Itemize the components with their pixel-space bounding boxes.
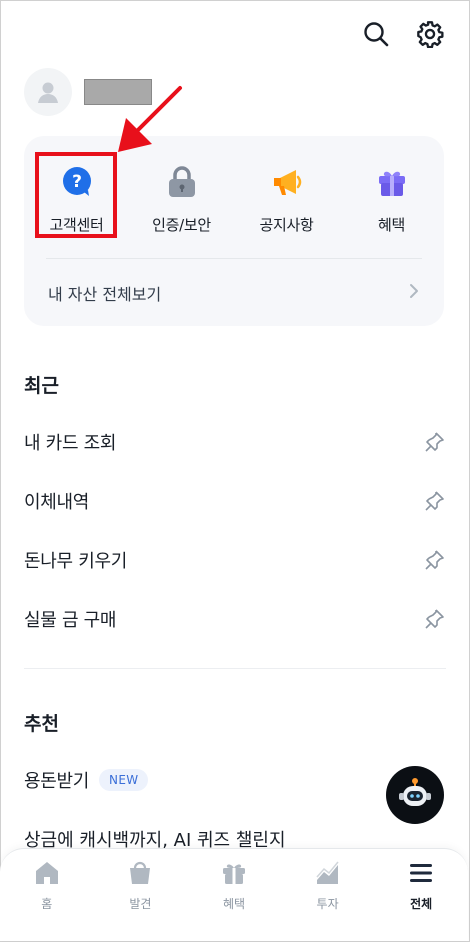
- recent-item-label: 이체내역: [24, 492, 90, 513]
- recent-item-label: 내 카드 조회: [24, 433, 117, 454]
- recommend-item-label: 용돈받기: [24, 771, 90, 792]
- avatar[interactable]: [24, 68, 72, 116]
- bottom-tab-bar: 홈 발견 혜택 투자 전체: [0, 848, 468, 941]
- recent-item[interactable]: 내 카드 조회: [24, 422, 446, 462]
- view-all-assets-link[interactable]: 내 자산 전체보기: [48, 278, 420, 308]
- annotation-arrow-icon: [118, 86, 182, 152]
- recent-item[interactable]: 실물 금 구매: [24, 599, 446, 639]
- quick-label: 혜택: [377, 216, 405, 234]
- gift-icon: [374, 164, 410, 200]
- pin-icon[interactable]: [422, 489, 446, 513]
- lock-icon: [164, 164, 200, 200]
- tab-discover[interactable]: 발견: [94, 849, 188, 941]
- section-divider: [24, 668, 446, 669]
- quick-label: 인증/보안: [152, 216, 211, 234]
- pin-icon[interactable]: [422, 430, 446, 454]
- recent-section-title: 최근: [24, 375, 59, 397]
- chart-icon: [314, 859, 342, 887]
- search-icon[interactable]: [360, 18, 392, 50]
- recent-item-label: 실물 금 구매: [24, 610, 117, 631]
- pin-icon[interactable]: [422, 548, 446, 572]
- quick-notice[interactable]: 공지사항: [234, 164, 339, 235]
- asset-link-label: 내 자산 전체보기: [48, 285, 162, 304]
- chevron-right-icon: [408, 282, 420, 304]
- tab-benefit[interactable]: 혜택: [187, 849, 281, 941]
- recommend-section-title: 추천: [24, 713, 59, 735]
- quick-security[interactable]: 인증/보안: [129, 164, 234, 235]
- new-badge: NEW: [99, 769, 149, 791]
- gear-icon[interactable]: [414, 18, 446, 50]
- tab-home[interactable]: 홈: [0, 849, 94, 941]
- tab-invest[interactable]: 투자: [281, 849, 375, 941]
- ai-assistant-button[interactable]: [386, 766, 444, 824]
- robot-icon: [399, 778, 431, 806]
- menu-icon: [407, 859, 435, 887]
- tab-label: 전체: [410, 897, 433, 911]
- recent-item-label: 돈나무 키우기: [24, 551, 127, 572]
- tab-label: 발견: [129, 897, 152, 911]
- pin-icon[interactable]: [422, 607, 446, 631]
- recent-item[interactable]: 이체내역: [24, 481, 446, 521]
- recent-item[interactable]: 돈나무 키우기: [24, 540, 446, 580]
- shopping-bag-icon: [126, 859, 154, 887]
- home-icon: [33, 859, 61, 887]
- recommend-item[interactable]: 용돈받기 NEW: [24, 760, 149, 800]
- megaphone-icon: [269, 164, 305, 200]
- tab-label: 투자: [316, 897, 339, 911]
- top-bar: [360, 18, 446, 50]
- tab-all[interactable]: 전체: [374, 849, 468, 941]
- tab-label: 혜택: [222, 897, 246, 911]
- quick-label: 공지사항: [259, 216, 314, 234]
- quick-benefit[interactable]: 혜택: [339, 164, 444, 235]
- tab-label: 홈: [41, 897, 53, 911]
- divider: [46, 258, 422, 259]
- gift-icon: [220, 859, 248, 887]
- highlight-box: [35, 152, 117, 238]
- quick-menu-card: ? 고객센터 인증/보안 공지사항 혜택 내 자산 전체보기: [24, 136, 444, 326]
